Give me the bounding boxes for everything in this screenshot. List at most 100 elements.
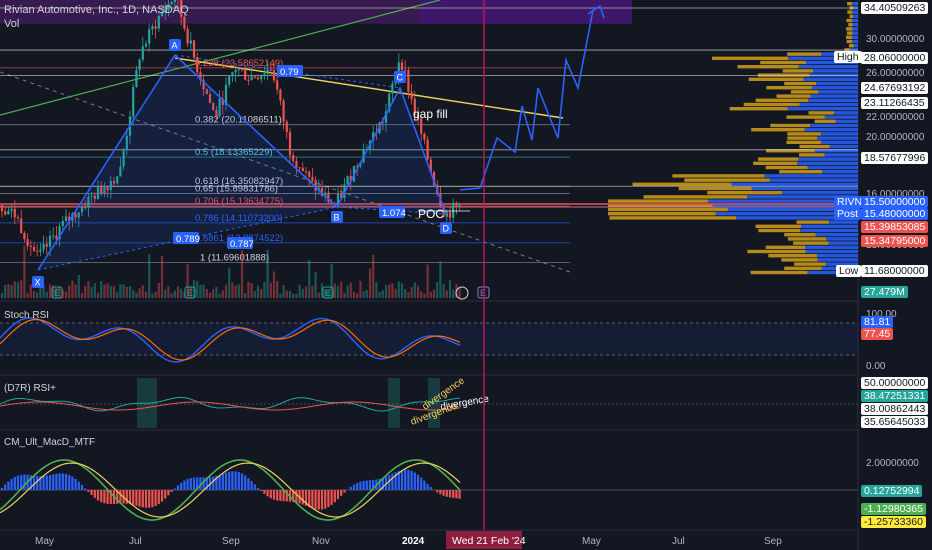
vp-bar-buy <box>852 27 858 31</box>
vp-bar-sell <box>782 69 813 73</box>
candle-body <box>154 26 157 29</box>
candle-body <box>61 221 64 227</box>
volume-bar <box>420 291 423 298</box>
volume-bar <box>442 284 445 298</box>
volume-bar <box>452 289 455 298</box>
macd-hist-bar <box>324 490 327 509</box>
vp-bar-buy <box>834 111 858 115</box>
price-label-1: High <box>834 51 862 63</box>
candle-body <box>228 75 231 85</box>
vp-bar-buy <box>817 258 858 262</box>
vp-bar-buy <box>852 31 858 35</box>
macd-hist-bar <box>157 490 160 505</box>
vp-bar-buy <box>807 165 858 170</box>
macd-hist-bar <box>276 490 279 501</box>
macd-hist-bar <box>413 472 416 490</box>
pattern-point-label-B: B <box>334 213 340 223</box>
volume-bar <box>90 286 93 298</box>
volume-bar <box>445 290 448 298</box>
macd-hist-bar <box>52 474 55 490</box>
indicator-value-2-1: -1.12980365 <box>861 503 926 515</box>
volume-bar <box>426 264 429 298</box>
y-tick-2: 22.00000000 <box>866 112 925 123</box>
macd-hist-bar <box>391 473 394 490</box>
volume-bar <box>154 291 157 298</box>
vp-bar-buy <box>829 144 858 149</box>
price-label-13: 11.68000000 <box>861 265 928 277</box>
candle-body <box>301 167 304 172</box>
candle-body <box>16 217 20 219</box>
volume-bar <box>45 291 48 298</box>
vp-bar-sell <box>609 216 737 220</box>
vp-bar-sell <box>796 220 829 224</box>
volume-bar <box>365 290 368 298</box>
chart-title: Rivian Automotive, Inc., 1D, NASDAQ <box>4 4 189 16</box>
macd-hist-bar <box>343 490 346 493</box>
volume-bar <box>375 282 378 298</box>
stoch-rsi-panel <box>0 317 858 363</box>
volume-bar <box>384 285 388 298</box>
vp-bar-buy <box>852 2 858 6</box>
candle-body <box>0 205 4 212</box>
vp-bar-sell <box>779 170 823 174</box>
price-label-0: 34.40509263 <box>861 2 929 14</box>
volume-bar <box>205 289 208 298</box>
candle-body <box>276 80 279 90</box>
macd-hist-bar <box>336 490 340 500</box>
candle-body <box>288 132 292 156</box>
macd-hist-bar <box>404 469 407 490</box>
candle-body <box>20 218 23 233</box>
macd-hist-bar <box>455 490 458 499</box>
vp-bar-sell <box>757 157 799 161</box>
candle-body <box>407 70 410 92</box>
volume-bar <box>432 289 436 298</box>
macd-hist-bar <box>144 490 148 508</box>
macd-hist-bar <box>359 481 362 490</box>
volume-bar <box>224 284 228 298</box>
volume-bar <box>80 293 84 298</box>
macd-hist-bar <box>160 490 164 502</box>
macd-hist-bar <box>237 472 240 490</box>
volume-bar <box>352 291 356 298</box>
volume-bar <box>7 284 10 298</box>
macd-hist-bar <box>93 490 96 498</box>
vp-bar-buy <box>797 161 858 165</box>
vp-bar-buy <box>828 241 858 245</box>
x-tick-5: May <box>582 536 601 547</box>
macd-hist-bar <box>439 490 442 495</box>
candle-body <box>10 208 13 211</box>
macd-hist-bar <box>90 490 93 496</box>
volume-bar <box>103 284 106 298</box>
macd-tick-0: 2.00000000 <box>866 458 919 469</box>
macd-hist-bar <box>407 469 410 490</box>
volume-bar <box>279 293 282 298</box>
candle-body <box>144 43 148 47</box>
volume-bar <box>394 288 397 298</box>
projection-path <box>459 4 605 191</box>
macd-hist-bar <box>295 490 298 503</box>
volume-bar <box>148 254 151 298</box>
vp-bar-sell <box>707 191 783 195</box>
volume-bar <box>234 285 237 298</box>
macd-hist-bar <box>212 476 215 490</box>
price-label-14: 27.479M <box>861 286 908 298</box>
macd-hist-bar <box>170 490 173 492</box>
candle-body <box>157 15 160 29</box>
volume-bar <box>132 289 135 298</box>
macd-hist-bar <box>45 475 48 490</box>
macd-hist-bar <box>317 490 320 510</box>
candle-body <box>39 249 42 252</box>
volume-bar <box>340 281 343 298</box>
volume-bar <box>208 292 212 298</box>
macd-hist-bar <box>442 490 445 496</box>
volume-bar <box>100 280 103 298</box>
macd-hist-bar <box>445 490 448 497</box>
candle-body <box>26 239 29 246</box>
volume-bar <box>298 284 301 298</box>
vp-bar-sell <box>784 81 817 86</box>
volume-bar <box>253 290 256 298</box>
vp-bar-sell <box>784 266 822 270</box>
vp-bar-buy <box>824 153 858 157</box>
candle-body <box>42 244 45 250</box>
vp-bar-sell <box>776 94 811 98</box>
